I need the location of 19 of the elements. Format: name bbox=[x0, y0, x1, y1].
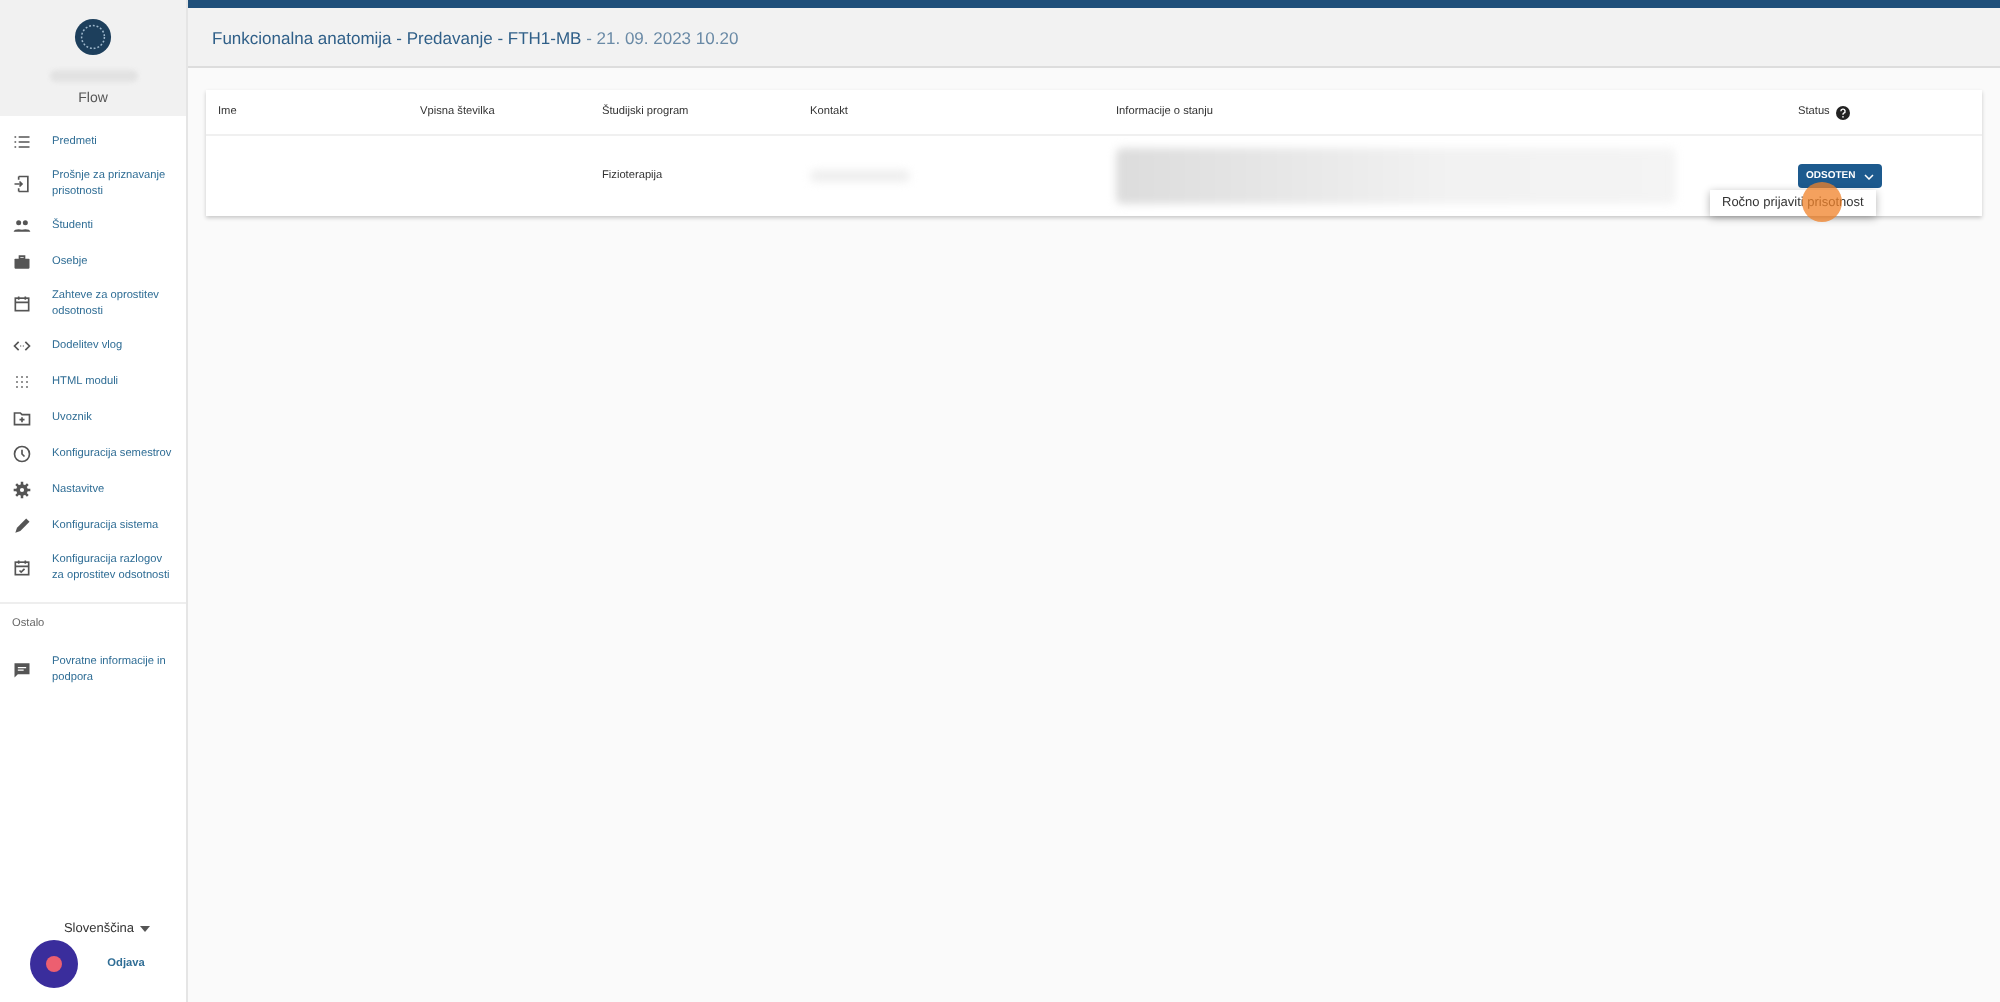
logo-icon bbox=[74, 18, 112, 56]
page-title: Funkcionalna anatomija - Predavanje - FTH1-MB - 21. 09. 2023 10.20 bbox=[212, 27, 739, 47]
calendar-icon bbox=[12, 294, 32, 314]
folder-plus-icon bbox=[12, 408, 32, 428]
record-icon[interactable] bbox=[29, 940, 78, 988]
clock-icon bbox=[12, 444, 32, 464]
list-icon bbox=[12, 132, 32, 152]
people-icon bbox=[12, 216, 32, 236]
code-icon bbox=[12, 336, 32, 356]
caret-icon bbox=[140, 926, 151, 932]
calendar-check-icon bbox=[12, 558, 32, 578]
grid-icon bbox=[12, 372, 32, 392]
caret-icon bbox=[1863, 173, 1874, 179]
help-icon[interactable] bbox=[1835, 105, 1850, 119]
door-arrow-icon bbox=[12, 174, 32, 194]
pencil-icon bbox=[12, 516, 32, 536]
chat-icon bbox=[12, 660, 32, 680]
settings-icon bbox=[12, 480, 32, 500]
briefcase-icon bbox=[12, 252, 32, 272]
